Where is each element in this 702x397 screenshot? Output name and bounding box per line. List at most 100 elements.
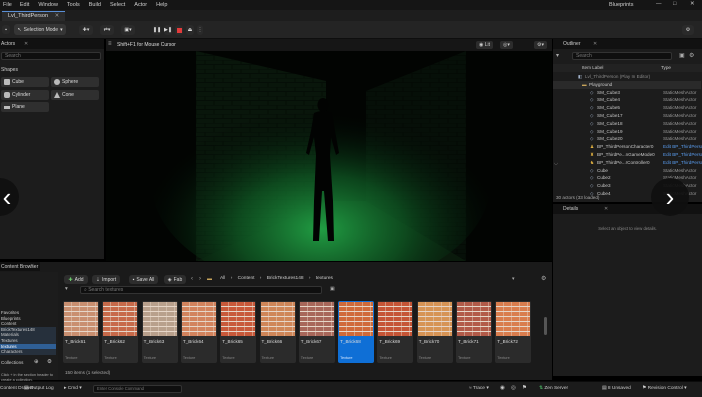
menu-window[interactable]: Window <box>38 2 58 8</box>
breadcrumb-content[interactable]: Content <box>238 276 255 281</box>
lit-mode-button[interactable]: ◉ Lit <box>476 41 494 49</box>
menu-tools[interactable]: Tools <box>67 2 80 8</box>
unsaved-button[interactable]: ▤ 8 Unsaved <box>602 386 631 391</box>
shape-plane[interactable]: Plane <box>1 102 49 112</box>
save-icon[interactable]: ▪ <box>2 25 10 34</box>
settings-icon[interactable]: ⚙ <box>689 52 694 59</box>
play-options-button[interactable]: ⋮ <box>197 25 203 35</box>
trace-button[interactable]: ≈ Trace ▾ <box>469 386 489 391</box>
show-flags-button[interactable]: ◎▾ <box>500 41 513 49</box>
maximize-icon[interactable]: □ <box>673 1 676 7</box>
asset-tile[interactable]: T_Brick65 Texture <box>220 301 257 363</box>
save-all-button[interactable]: ▪ Save All <box>129 275 158 284</box>
outliner-row-type[interactable]: Edit BP_ThirdPerson <box>663 152 702 157</box>
menu-file[interactable]: File <box>3 2 12 8</box>
settings-icon[interactable]: ⚙ <box>47 359 52 365</box>
close-icon[interactable]: ✕ <box>690 1 695 7</box>
asset-tile[interactable]: T_Brick64 Texture <box>180 301 217 363</box>
back-icon[interactable]: ‹ <box>191 276 193 282</box>
place-actors-search[interactable]: Search <box>1 52 101 60</box>
output-log-button[interactable]: ▤ Output Log <box>24 386 54 391</box>
step-button[interactable]: ▶❚ <box>164 25 172 35</box>
outliner-row[interactable]: ◇ Cube StaticMeshActor <box>553 167 701 175</box>
stop-button[interactable] <box>175 25 183 35</box>
column-type[interactable]: Type <box>661 65 671 70</box>
asset-tile[interactable]: T_Brick68 Texture <box>338 301 375 363</box>
breadcrumb-bricktextures[interactable]: BrickTextures148 <box>267 276 304 281</box>
close-icon[interactable]: ✕ <box>593 41 597 47</box>
outliner-row[interactable]: ♟ BP_ThirdPersonCharacter0 Edit BP_ThirdPe… <box>553 143 702 151</box>
menu-help[interactable]: Help <box>156 2 167 8</box>
asset-tile[interactable]: T_Brick61 Texture <box>63 301 99 363</box>
outliner-row[interactable]: ◡ ♞ BP_ThirdPe...rController0 Edit BP_Third… <box>553 159 702 167</box>
outliner-row[interactable]: ◇ SM_Cube18 StaticMeshActor <box>553 120 701 128</box>
save-search-icon[interactable]: ▣ <box>330 286 335 292</box>
breadcrumb-textures[interactable]: textures <box>316 276 333 281</box>
outliner-row[interactable]: ◇ SM_Cube5 StaticMeshActor <box>553 104 701 112</box>
settings-button[interactable]: ⚙ <box>682 25 694 35</box>
outliner-row[interactable]: ◇ SM_Cube19 StaticMeshActor <box>553 128 701 136</box>
asset-tile[interactable]: T_Brick67 Texture <box>298 301 335 363</box>
viewport-options-button[interactable]: ≡ <box>108 41 112 47</box>
asset-tile[interactable]: T_Brick63 Texture <box>141 301 178 363</box>
shape-cube[interactable]: Cube <box>1 77 49 87</box>
breadcrumb-all[interactable]: All <box>220 276 225 281</box>
asset-tile[interactable]: T_Brick72 Texture <box>495 301 532 363</box>
outliner-tab[interactable]: Outliner ✕ <box>553 39 702 49</box>
add-collection-icon[interactable]: ⊕ <box>34 359 39 365</box>
asset-tile[interactable]: T_Brick69 Texture <box>377 301 414 363</box>
outliner-search[interactable]: Search <box>572 52 672 60</box>
content-search[interactable]: ⌕ Search textures <box>80 286 322 294</box>
add-button[interactable]: ✚ Add <box>64 275 88 284</box>
close-icon[interactable]: ✕ <box>30 263 34 269</box>
outliner-row[interactable]: ▬ Playground <box>553 80 701 89</box>
forward-icon[interactable]: › <box>199 276 201 282</box>
filter-icon[interactable]: ▾ <box>556 52 559 59</box>
outliner-row[interactable]: ♜ BP_ThirdPe...nGameMode0 Edit BP_ThirdPer… <box>553 151 702 159</box>
outliner-row[interactable]: ◇ SM_Cube3 StaticMeshActor <box>553 89 701 97</box>
add-folder-icon[interactable]: ▣ <box>679 52 685 59</box>
asset-tile[interactable]: T_Brick66 Texture <box>259 301 296 363</box>
filter-icon[interactable]: ▾ <box>65 286 68 292</box>
level-tab-close-icon[interactable]: ✕ <box>55 13 60 19</box>
outliner-row[interactable]: ◇ SM_Cube20 StaticMeshActor <box>553 135 701 143</box>
revision-control-button[interactable]: ⚑ Revision Control ▾ <box>642 386 687 391</box>
settings-icon[interactable]: ⚙ <box>541 275 546 282</box>
outliner-row-type[interactable]: Edit BP_ThirdPerson <box>663 160 702 165</box>
outliner-row[interactable]: ◧ Lvl_ThirdPerson (Play In Editor) <box>553 73 701 81</box>
folder-item[interactable]: Characters <box>0 349 56 355</box>
outliner-row[interactable]: ◇ SM_Cube4 StaticMeshActor <box>553 96 701 104</box>
record-icon[interactable]: ◉ <box>500 385 505 391</box>
selection-mode-button[interactable]: ↖ Selection Mode ▾ <box>14 24 66 35</box>
next-arrow-icon[interactable]: › <box>651 178 689 216</box>
cinematics-button[interactable]: ▣▾ <box>121 25 135 35</box>
visibility-icon[interactable]: ◡ <box>554 160 558 166</box>
menu-edit[interactable]: Edit <box>20 2 29 8</box>
shape-sphere[interactable]: Sphere <box>51 77 99 87</box>
level-tab[interactable]: Lvl_ThirdPerson ✕ <box>2 11 66 21</box>
close-icon[interactable]: ✕ <box>24 41 28 47</box>
blueprint-button[interactable]: ⇄▾ <box>100 25 114 35</box>
menu-select[interactable]: Select <box>110 2 125 8</box>
viewport-settings-button[interactable]: ⚙▾ <box>534 41 547 49</box>
asset-grid-scrollbar[interactable] <box>544 317 547 335</box>
eject-button[interactable]: ⏏ <box>186 25 194 35</box>
column-item-label[interactable]: Item Label <box>582 65 603 70</box>
asset-tile[interactable]: T_Brick71 Texture <box>456 301 492 363</box>
outliner-row[interactable]: ◇ SM_Cube17 StaticMeshActor <box>553 112 701 120</box>
outliner-row-type[interactable]: Edit BP_ThirdPerson <box>663 144 702 149</box>
asset-tile[interactable]: T_Brick62 Texture <box>102 301 139 363</box>
asset-tile[interactable]: T_Brick70 Texture <box>416 301 453 363</box>
snapshot-icon[interactable]: ◎ <box>511 385 516 391</box>
menu-build[interactable]: Build <box>89 2 101 8</box>
viewport-panel[interactable]: Shift+F1 for Mouse Cursor ≡ ◉ Lit ◎▾ ⚙▾ <box>106 39 552 261</box>
history-dropdown-icon[interactable]: ▾ <box>512 276 515 282</box>
content-browser-tab[interactable]: Content Browser ✕ <box>0 262 40 271</box>
minimize-icon[interactable]: — <box>656 1 662 7</box>
place-actors-tab[interactable]: Actors ✕ <box>0 39 104 49</box>
zen-server-button[interactable]: ⇅ Zen Server <box>539 386 568 391</box>
fab-button[interactable]: ◈ Fab <box>164 275 186 284</box>
pause-button[interactable]: ❚❚ <box>153 25 161 35</box>
menu-actor[interactable]: Actor <box>134 2 147 8</box>
close-icon[interactable]: ✕ <box>604 206 608 212</box>
